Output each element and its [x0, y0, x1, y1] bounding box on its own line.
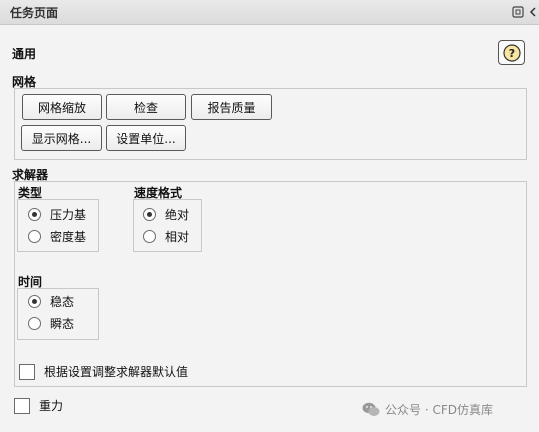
- radio-steady[interactable]: 稳态: [28, 292, 74, 310]
- panel-title: 任务页面: [10, 6, 59, 20]
- watermark: 公众号 · CFD仿真库: [362, 401, 493, 418]
- help-icon: ?: [503, 44, 521, 62]
- check-mesh-button[interactable]: 检查: [106, 94, 186, 120]
- help-button[interactable]: ?: [498, 40, 525, 65]
- adjust-solver-defaults-checkbox[interactable]: [19, 363, 35, 380]
- radio-button[interactable]: [28, 229, 41, 243]
- radio-label: 瞬态: [50, 316, 75, 331]
- adjust-solver-defaults-checkbox-row[interactable]: 根据设置调整求解器默认值: [19, 363, 188, 380]
- gravity-label: 重力: [39, 399, 64, 413]
- svg-text:?: ?: [509, 47, 515, 60]
- radio-label: 稳态: [50, 294, 75, 309]
- radio-label: 密度基: [50, 229, 87, 244]
- radio-absolute[interactable]: 绝对: [143, 205, 189, 223]
- radio-label: 压力基: [50, 207, 87, 222]
- display-mesh-button[interactable]: 显示网格...: [21, 125, 102, 151]
- radio-button[interactable]: [143, 229, 156, 243]
- watermark-text: 公众号 · CFD仿真库: [385, 403, 493, 417]
- collapse-panel-icon[interactable]: [527, 6, 539, 18]
- radio-button-checked[interactable]: [143, 207, 156, 221]
- report-quality-button[interactable]: 报告质量: [191, 94, 272, 120]
- radio-density-based[interactable]: 密度基: [28, 227, 86, 245]
- general-label: 通用: [12, 47, 37, 61]
- radio-relative[interactable]: 相对: [143, 227, 189, 245]
- radio-button-checked[interactable]: [28, 207, 41, 221]
- float-panel-icon[interactable]: [512, 6, 524, 18]
- task-page-titlebar: 任务页面: [0, 0, 539, 25]
- radio-label: 相对: [165, 229, 190, 244]
- set-units-button[interactable]: 设置单位...: [106, 125, 186, 151]
- gravity-checkbox[interactable]: [14, 397, 30, 414]
- radio-transient[interactable]: 瞬态: [28, 314, 74, 332]
- gravity-checkbox-row[interactable]: 重力: [14, 397, 63, 414]
- radio-button[interactable]: [28, 316, 41, 330]
- scale-mesh-button[interactable]: 网格缩放: [22, 94, 102, 120]
- radio-button-checked[interactable]: [28, 294, 41, 308]
- adjust-solver-defaults-label: 根据设置调整求解器默认值: [44, 365, 189, 379]
- radio-pressure-based[interactable]: 压力基: [28, 205, 86, 223]
- wechat-icon: [362, 402, 380, 416]
- radio-label: 绝对: [165, 207, 190, 222]
